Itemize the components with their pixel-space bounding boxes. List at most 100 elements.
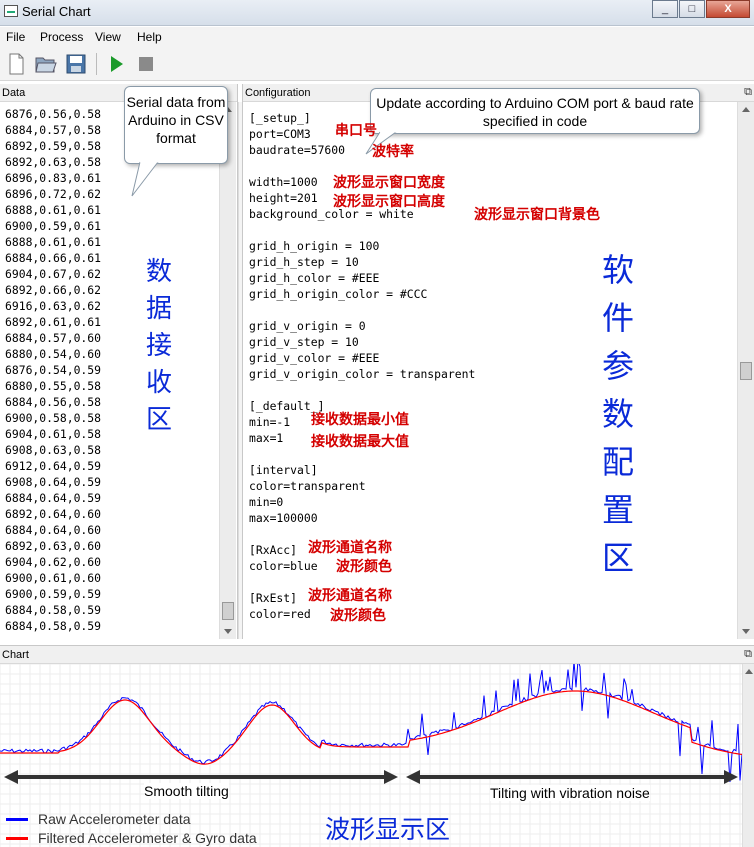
legend-label-filtered: Filtered Accelerometer & Gyro data xyxy=(38,830,257,846)
annotation-bg: 波形显示窗口背景色 xyxy=(474,207,600,223)
dock-float-icon[interactable]: ⧉ xyxy=(744,86,752,99)
scroll-up-icon[interactable] xyxy=(742,107,750,112)
new-file-icon[interactable] xyxy=(4,52,28,76)
zone-char: 数 xyxy=(602,395,635,433)
config-line: grid_v_color = #EEE xyxy=(249,351,380,365)
data-row: 6908,0.64,0.59 xyxy=(5,475,102,489)
stop-square-icon[interactable] xyxy=(134,52,158,76)
maximize-button[interactable]: □ xyxy=(679,0,705,18)
config-line: [interval] xyxy=(249,463,318,477)
serial-data-callout: Serial data from Arduino in CSV format xyxy=(124,86,228,164)
menu-process[interactable]: Process xyxy=(40,30,83,44)
data-row: 6892,0.61,0.61 xyxy=(5,315,102,329)
smooth-tilting-label: Smooth tilting xyxy=(144,783,229,799)
data-panel: Data 6876,0.56,0.58 6884,0.57,0.58 6892,0.… xyxy=(0,84,242,639)
data-row: 6884,0.64,0.59 xyxy=(5,491,102,505)
data-list: 6876,0.56,0.58 6884,0.57,0.58 6892,0.59,0.… xyxy=(5,106,101,634)
chart-scrollbar[interactable] xyxy=(742,664,754,847)
data-row: 6884,0.57,0.60 xyxy=(5,331,102,345)
data-row: 6892,0.63,0.58 xyxy=(5,155,102,169)
zone-char: 接 xyxy=(145,331,172,361)
config-scrollbar[interactable] xyxy=(737,102,754,639)
zone-char: 据 xyxy=(145,294,172,324)
run-play-icon[interactable] xyxy=(104,52,128,76)
dock-float-icon[interactable]: ⧉ xyxy=(744,648,752,661)
serial-data-callout-tail xyxy=(131,160,159,197)
data-row: 6888,0.61,0.61 xyxy=(5,235,102,249)
data-scrollbar[interactable] xyxy=(219,102,236,639)
data-row: 6900,0.59,0.61 xyxy=(5,219,102,233)
annotation-height: 波形显示窗口高度 xyxy=(333,194,445,210)
scroll-down-icon[interactable] xyxy=(224,629,232,634)
legend-swatch-raw xyxy=(6,818,28,821)
data-row: 6892,0.63,0.60 xyxy=(5,539,102,553)
menu-help[interactable]: Help xyxy=(137,30,162,44)
config-line: max=100000 xyxy=(249,511,318,525)
chart-zone-label: 波形显示区 xyxy=(325,815,451,844)
data-row: 6904,0.67,0.62 xyxy=(5,267,102,281)
data-row: 6884,0.58,0.59 xyxy=(5,603,102,617)
data-row: 6904,0.62,0.60 xyxy=(5,555,102,569)
menu-bar: File Process View Help xyxy=(0,27,754,47)
data-row: 6892,0.64,0.60 xyxy=(5,507,102,521)
data-row: 6876,0.54,0.59 xyxy=(5,363,102,377)
zone-char: 区 xyxy=(602,539,635,577)
data-row: 6884,0.64,0.60 xyxy=(5,523,102,537)
data-row: 6900,0.61,0.60 xyxy=(5,571,102,585)
menu-file[interactable]: File xyxy=(6,30,25,44)
save-disk-icon[interactable] xyxy=(64,52,88,76)
annotation-baud: 波特率 xyxy=(372,144,414,160)
data-row: 6896,0.72,0.62 xyxy=(5,187,102,201)
menu-view[interactable]: View xyxy=(95,30,121,44)
annotation-rxest-name: 波形通道名称 xyxy=(308,588,392,604)
vibration-noise-label: Tilting with vibration noise xyxy=(490,785,650,801)
data-zone-label: 数据接收区 xyxy=(144,254,174,439)
chart-panel-header: Chart xyxy=(0,646,754,664)
filtered-line xyxy=(0,690,742,765)
data-row: 6900,0.59,0.59 xyxy=(5,587,102,601)
annotation-port: 串口号 xyxy=(335,123,377,139)
data-row: 6880,0.54,0.60 xyxy=(5,347,102,361)
data-row: 6892,0.59,0.58 xyxy=(5,139,102,153)
config-line: grid_h_color = #EEE xyxy=(249,271,380,285)
toolbar-separator xyxy=(96,53,97,75)
annotation-max: 接收数据最大值 xyxy=(311,434,409,450)
config-line: grid_v_origin = 0 xyxy=(249,319,366,333)
config-line xyxy=(249,222,475,238)
zone-char: 置 xyxy=(602,491,635,529)
zone-char: 区 xyxy=(145,405,172,435)
data-scroll-thumb[interactable] xyxy=(222,602,234,620)
data-row: 6884,0.58,0.59 xyxy=(5,619,102,633)
data-row: 6916,0.63,0.62 xyxy=(5,299,102,313)
annotation-rxest-color: 波形颜色 xyxy=(330,608,386,624)
scroll-down-icon[interactable] xyxy=(742,629,750,634)
data-row: 6888,0.61,0.61 xyxy=(5,203,102,217)
minimize-button[interactable]: _ xyxy=(652,0,678,18)
config-scroll-thumb[interactable] xyxy=(740,362,752,380)
zone-char: 配 xyxy=(602,443,635,481)
open-folder-icon[interactable] xyxy=(34,52,58,76)
config-line xyxy=(249,302,475,318)
data-row: 6884,0.57,0.58 xyxy=(5,123,102,137)
config-line xyxy=(249,382,475,398)
config-line: grid_h_origin = 100 xyxy=(249,239,380,253)
config-line: color=transparent xyxy=(249,479,366,493)
com-port-callout: Update according to Arduino COM port & b… xyxy=(370,88,700,134)
chart-panel: Chart ⧉ Smooth tilting Tilting with vibr… xyxy=(0,645,754,847)
smooth-tilting-arrow xyxy=(4,770,398,784)
data-row: 6880,0.55,0.58 xyxy=(5,379,102,393)
com-port-callout-text: Update according to Arduino COM port & b… xyxy=(376,95,694,129)
window-title: Serial Chart xyxy=(22,4,91,19)
legend-label-raw: Raw Accelerometer data xyxy=(38,811,191,827)
config-line: grid_h_origin_color = #CCC xyxy=(249,287,428,301)
data-row: 6884,0.66,0.61 xyxy=(5,251,102,265)
annotation-width: 波形显示窗口宽度 xyxy=(333,175,445,191)
config-line: min=0 xyxy=(249,495,284,509)
config-line: grid_v_step = 10 xyxy=(249,335,359,349)
data-row: 6904,0.61,0.58 xyxy=(5,427,102,441)
data-row: 6884,0.56,0.58 xyxy=(5,395,102,409)
zone-char: 数 xyxy=(145,257,172,287)
scroll-up-icon[interactable] xyxy=(745,669,753,674)
close-button[interactable]: X xyxy=(706,0,750,18)
vibration-noise-arrow xyxy=(406,770,738,784)
